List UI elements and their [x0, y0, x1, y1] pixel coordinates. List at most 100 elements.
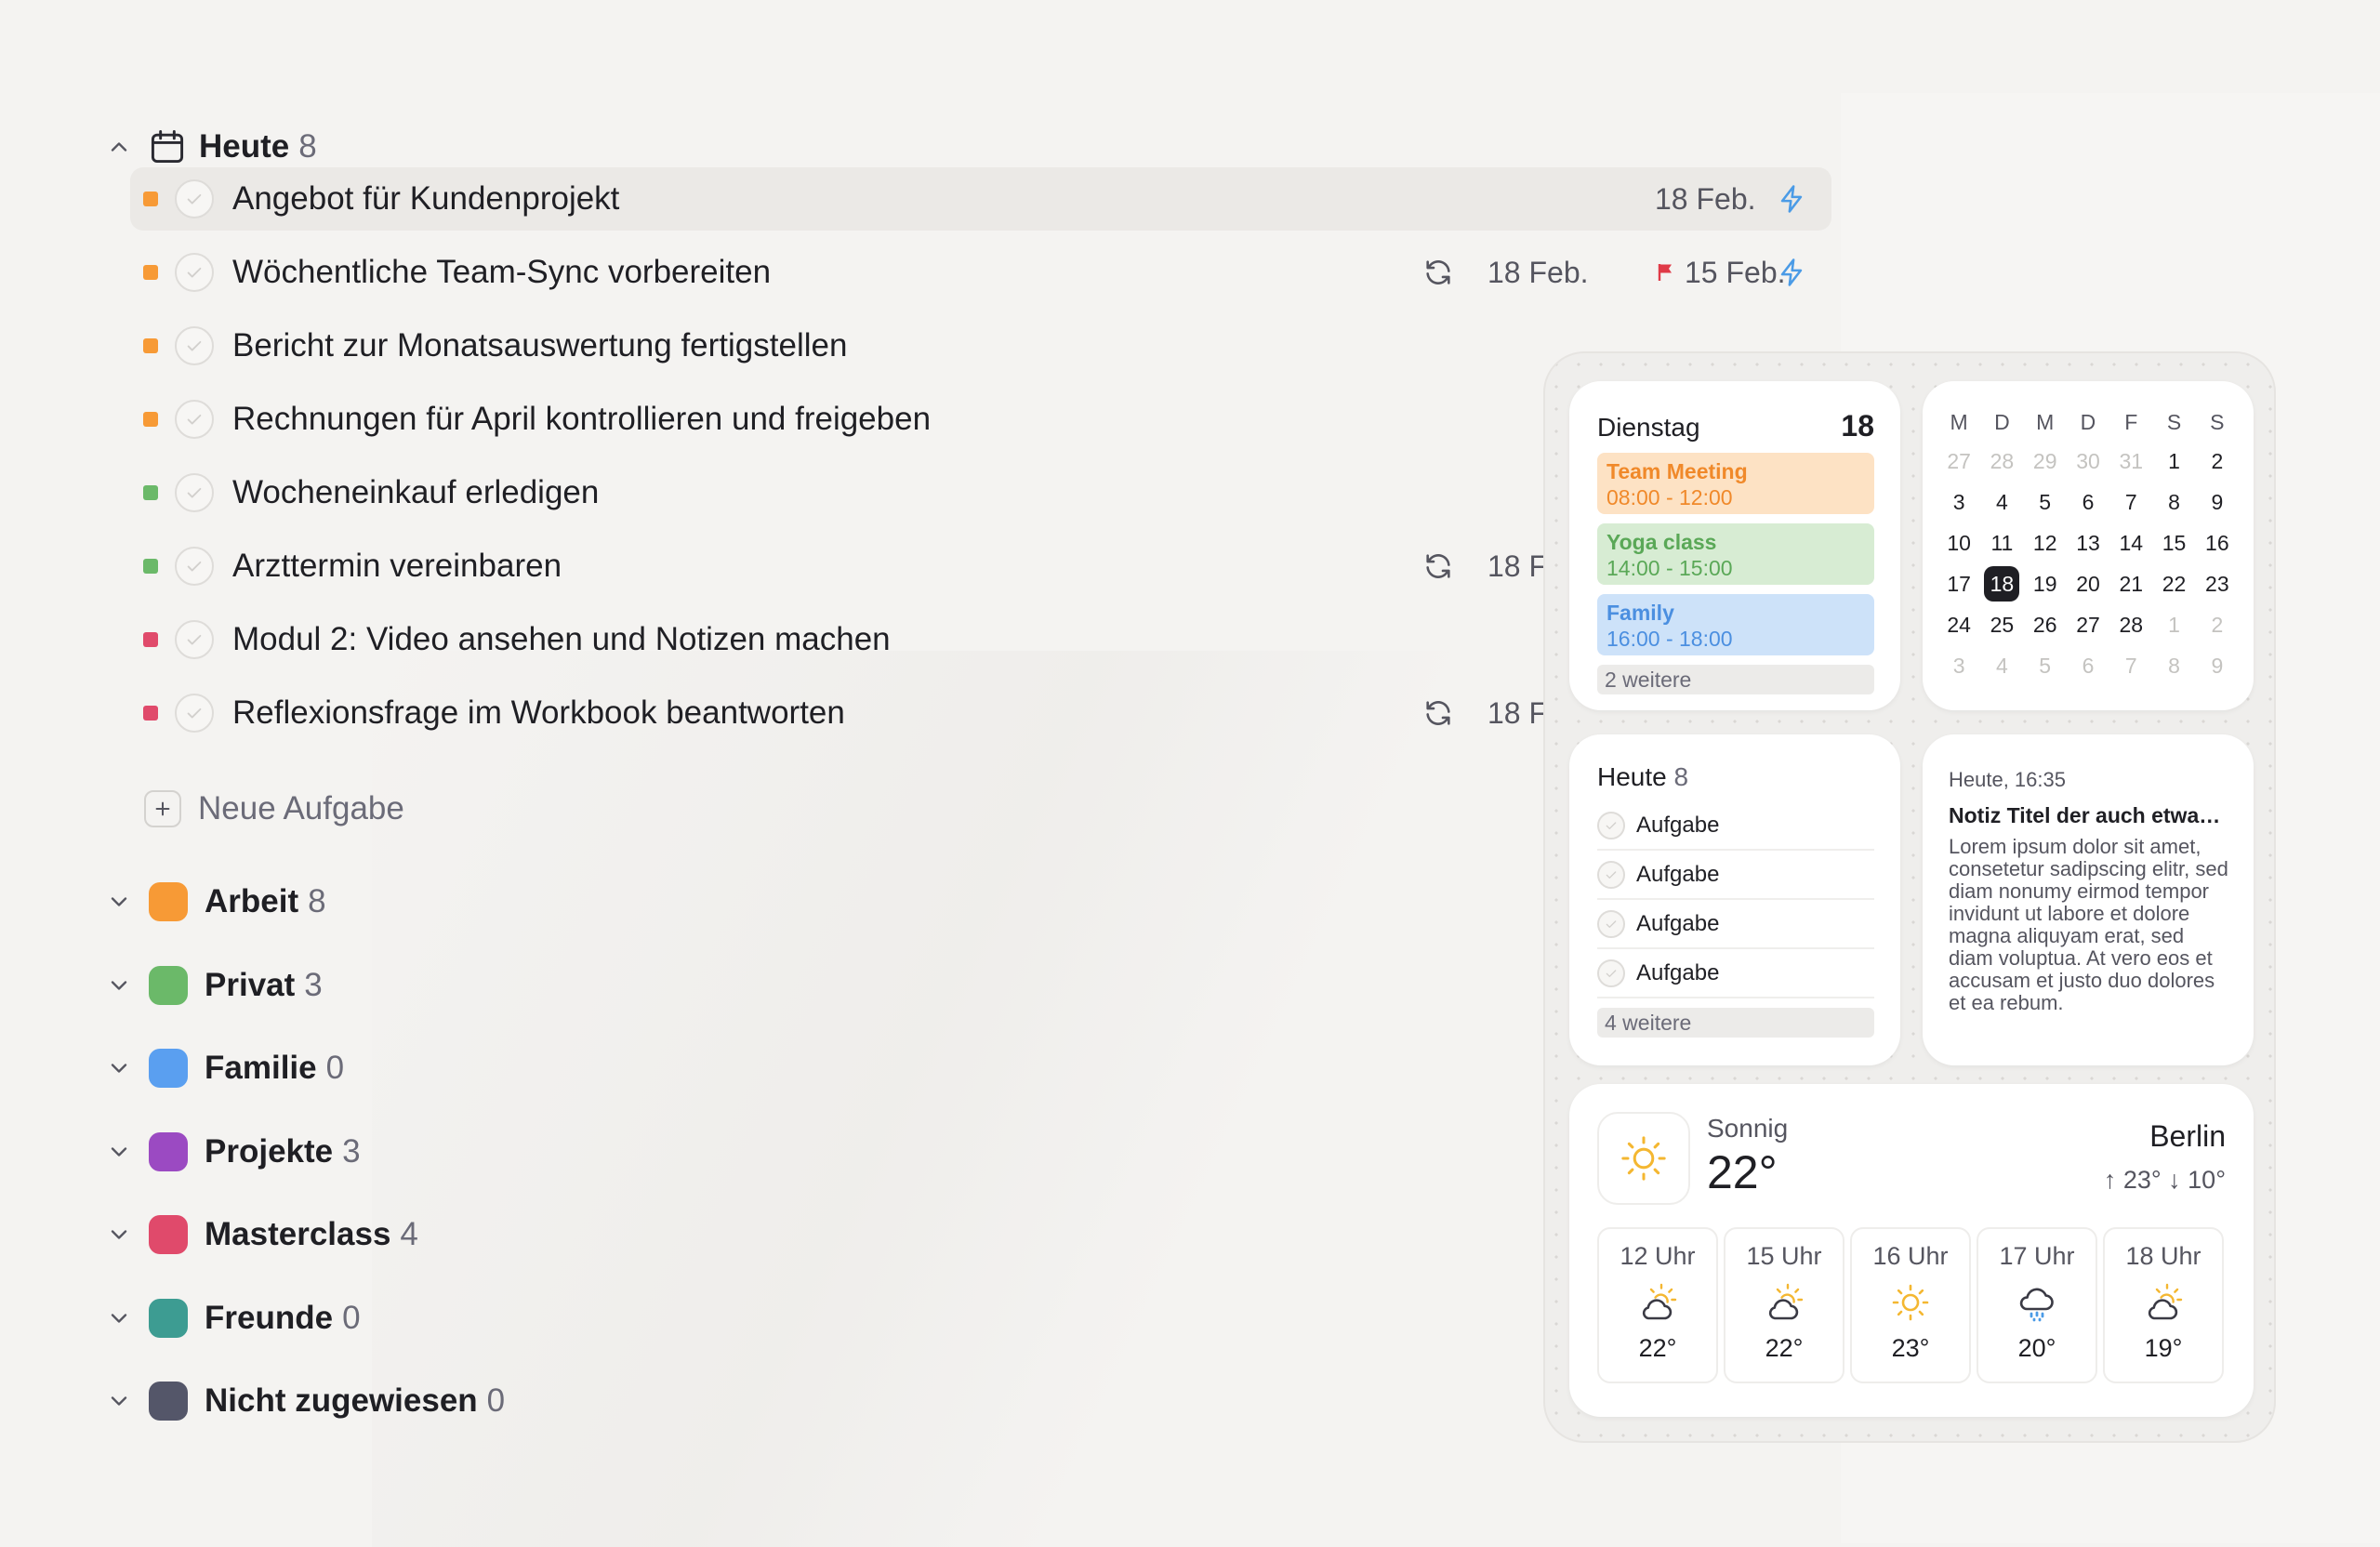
widget-task-item[interactable]: Aufgabe [1597, 801, 1874, 851]
chevron-down-icon[interactable] [102, 1135, 136, 1169]
lightning-icon[interactable] [1776, 241, 1807, 304]
app-canvas: Heute 8 Angebot für Kundenprojekt 18 Feb.… [0, 0, 2380, 1547]
task-row[interactable]: Angebot für Kundenprojekt 18 Feb. [130, 167, 1831, 231]
calendar-day[interactable]: 9 [2196, 482, 2239, 522]
lightning-icon[interactable] [1776, 167, 1807, 231]
widget-task-item[interactable]: Aufgabe [1597, 949, 1874, 998]
sun-cloud-icon [1762, 1271, 1806, 1325]
calendar-day[interactable]: 2 [2196, 441, 2239, 482]
task-checkbox[interactable] [175, 473, 214, 512]
group-header[interactable]: Projekte 3 [102, 1124, 361, 1180]
chevron-up-icon[interactable] [102, 130, 136, 164]
task-checkbox[interactable] [1597, 860, 1625, 889]
calendar-day[interactable]: 24 [1937, 604, 1980, 645]
calendar-day[interactable]: 14 [2109, 522, 2152, 563]
task-checkbox[interactable] [175, 179, 214, 218]
calendar-day[interactable]: 6 [2067, 482, 2109, 522]
group-header[interactable]: Familie 0 [102, 1040, 344, 1096]
calendar-day[interactable]: 3 [1937, 482, 1980, 522]
calendar-day[interactable]: 28 [1980, 441, 2023, 482]
calendar-day[interactable]: 5 [2024, 482, 2067, 522]
calendar-day[interactable]: 29 [2024, 441, 2067, 482]
task-checkbox[interactable] [1597, 909, 1625, 938]
widget-task-item[interactable]: Aufgabe [1597, 900, 1874, 949]
calendar-day-number: 5 [2039, 489, 2052, 514]
calendar-day[interactable]: 23 [2196, 563, 2239, 604]
plus-icon [144, 790, 181, 827]
calendar-day[interactable]: 5 [2024, 645, 2067, 686]
tasks-widget[interactable]: Heute 8 Aufgabe Aufgabe Aufgabe Aufgabe 4 w… [1569, 734, 1900, 1065]
chevron-down-icon[interactable] [102, 969, 136, 1002]
calendar-day[interactable]: 31 [2109, 441, 2152, 482]
group-header-heute[interactable]: Heute 8 [102, 119, 317, 175]
calendar-day[interactable]: 13 [2067, 522, 2109, 563]
chevron-down-icon[interactable] [102, 885, 136, 919]
month-widget[interactable]: M D M D F S S 27 28 29 30 31 1 2 3 4 5 6 7 8 9 10 11 12 13 14 15 16… [1923, 381, 2254, 710]
group-header[interactable]: Masterclass 4 [102, 1207, 418, 1263]
weather-widget[interactable]: Sonnig 22° Berlin ↑ 23° ↓ 10° 12 Uhr 22° 1… [1569, 1084, 2254, 1417]
calendar-day[interactable]: 27 [2067, 604, 2109, 645]
more-tasks[interactable]: 4 weitere [1597, 1008, 1874, 1038]
calendar-day[interactable]: 1 [2152, 441, 2195, 482]
calendar-day[interactable]: 8 [2152, 645, 2195, 686]
calendar-day[interactable]: 2 [2196, 604, 2239, 645]
calendar-day[interactable]: 26 [2024, 604, 2067, 645]
calendar-day[interactable]: 27 [1937, 441, 1980, 482]
calendar-event[interactable]: Yoga class 14:00 - 15:00 [1597, 523, 1874, 585]
chevron-down-icon[interactable] [102, 1051, 136, 1085]
calendar-day[interactable]: 7 [2109, 482, 2152, 522]
group-color-swatch [149, 882, 188, 921]
task-checkbox[interactable] [175, 253, 214, 292]
task-checkbox[interactable] [175, 620, 214, 659]
group-header[interactable]: Freunde 0 [102, 1290, 361, 1346]
task-checkbox[interactable] [1597, 959, 1625, 987]
calendar-day[interactable]: 1 [2152, 604, 2195, 645]
task-checkbox[interactable] [175, 400, 214, 439]
priority-indicator [143, 559, 158, 574]
group-header[interactable]: Privat 3 [102, 958, 323, 1013]
calendar-day[interactable]: 3 [1937, 645, 1980, 686]
calendar-day[interactable]: 21 [2109, 563, 2152, 604]
calendar-day[interactable]: 7 [2109, 645, 2152, 686]
priority-indicator [143, 632, 158, 647]
calendar-day[interactable]: 17 [1937, 563, 1980, 604]
task-checkbox[interactable] [1597, 811, 1625, 840]
calendar-day[interactable]: 22 [2152, 563, 2195, 604]
calendar-day[interactable]: 19 [2024, 563, 2067, 604]
calendar-day[interactable]: 6 [2067, 645, 2109, 686]
weekday-header: D [1994, 409, 2010, 434]
new-task-button[interactable]: Neue Aufgabe [144, 781, 404, 837]
more-events[interactable]: 2 weitere [1597, 665, 1874, 694]
calendar-day[interactable]: 25 [1980, 604, 2023, 645]
hourly-forecast-item: 15 Uhr 22° [1724, 1227, 1844, 1383]
calendar-day[interactable]: 16 [2196, 522, 2239, 563]
calendar-event[interactable]: Family 16:00 - 18:00 [1597, 594, 1874, 655]
calendar-day-number: 3 [1952, 489, 1965, 514]
task-checkbox[interactable] [175, 694, 214, 733]
chevron-down-icon[interactable] [102, 1218, 136, 1251]
calendar-day[interactable]: 9 [2196, 645, 2239, 686]
group-header[interactable]: Arbeit 8 [102, 874, 326, 930]
calendar-event[interactable]: Team Meeting 08:00 - 12:00 [1597, 453, 1874, 514]
task-row[interactable]: Wöchentliche Team-Sync vorbereiten 18 Feb… [130, 241, 1831, 304]
task-checkbox[interactable] [175, 326, 214, 365]
calendar-day[interactable]: 15 [2152, 522, 2195, 563]
calendar-day[interactable]: 4 [1980, 645, 2023, 686]
calendar-day[interactable]: 12 [2024, 522, 2067, 563]
widget-task-item[interactable]: Aufgabe [1597, 851, 1874, 900]
chevron-down-icon[interactable] [102, 1384, 136, 1418]
calendar-day[interactable]: 20 [2067, 563, 2109, 604]
day-widget[interactable]: Dienstag 18 Team Meeting 08:00 - 12:00 Yog… [1569, 381, 1900, 710]
calendar-day[interactable]: 4 [1980, 482, 2023, 522]
calendar-day-today[interactable]: 18 [1980, 563, 2023, 604]
calendar-day-number: 13 [2076, 530, 2100, 555]
calendar-day[interactable]: 11 [1980, 522, 2023, 563]
chevron-down-icon[interactable] [102, 1302, 136, 1335]
calendar-day[interactable]: 8 [2152, 482, 2195, 522]
calendar-day[interactable]: 30 [2067, 441, 2109, 482]
note-widget[interactable]: Heute, 16:35 Notiz Titel der auch etwas … [1923, 734, 2254, 1065]
group-header[interactable]: Nicht zugewiesen 0 [102, 1373, 505, 1429]
calendar-day[interactable]: 28 [2109, 604, 2152, 645]
task-checkbox[interactable] [175, 547, 214, 586]
calendar-day[interactable]: 10 [1937, 522, 1980, 563]
